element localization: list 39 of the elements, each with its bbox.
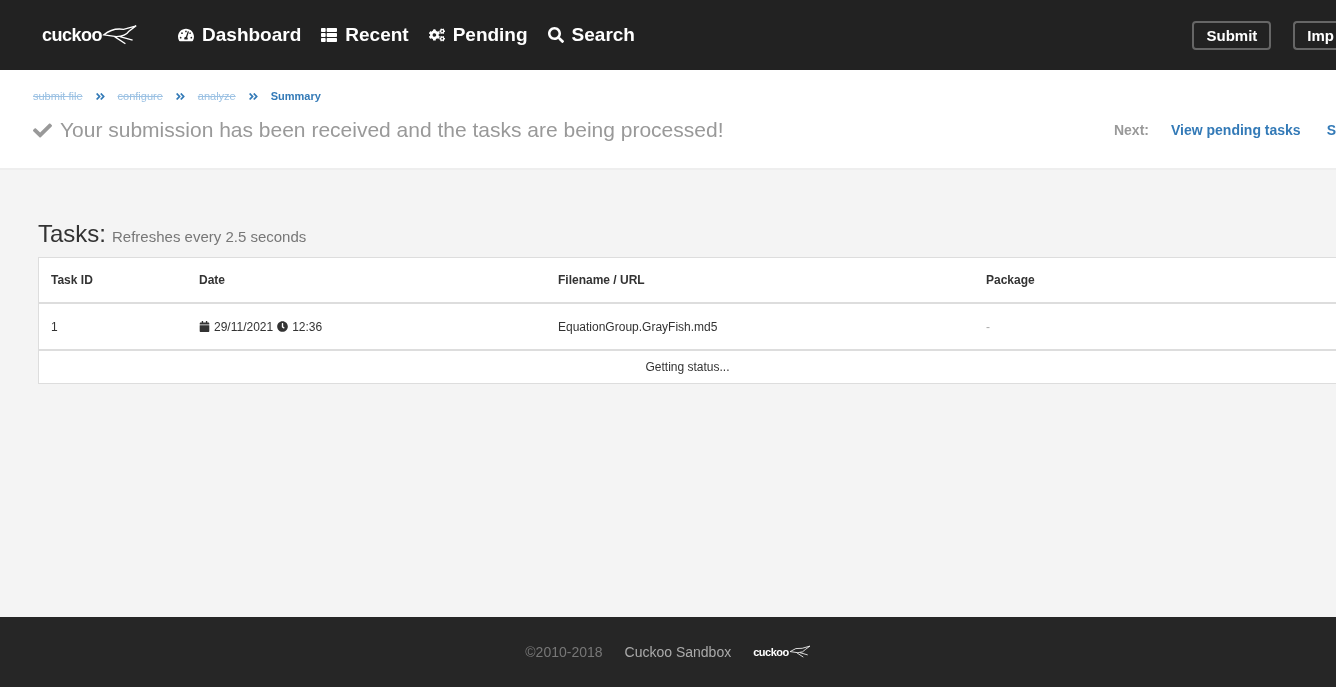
chevron-icon <box>174 90 186 102</box>
nav-button[interactable]: Submit <box>1192 20 1272 50</box>
table-cell-text: 1 <box>50 319 59 334</box>
chevron-icon <box>94 90 106 102</box>
bird-icon <box>788 645 811 659</box>
logo[interactable]: cuckoo <box>42 24 139 46</box>
dashboard-icon <box>178 27 195 43</box>
search-icon <box>547 27 564 43</box>
next-link[interactable]: S <box>1326 122 1336 138</box>
next-link[interactable]: View pending tasks <box>1171 122 1301 138</box>
column-header: Filename / URL <box>557 273 646 287</box>
pending-icon <box>428 27 445 43</box>
breadcrumb-link[interactable]: Summary <box>270 90 321 102</box>
check-icon <box>33 120 52 140</box>
status-text: Getting status... <box>644 359 731 376</box>
column-header: Task ID <box>50 273 94 287</box>
footer-name: Cuckoo Sandbox <box>624 644 732 660</box>
recent-icon <box>321 27 338 43</box>
table-cell-text: EquationGroup.GrayFish.md5 <box>557 319 719 334</box>
footer-logo: cuckoo <box>753 645 811 659</box>
success-message: Your submission has been received and the tasks are being processed! <box>60 118 724 142</box>
column-header: Package <box>985 273 1036 287</box>
chevron-icon <box>247 90 259 102</box>
calendar-icon <box>199 321 210 332</box>
nav-button[interactable]: Imp <box>1293 20 1336 50</box>
column-header: Date <box>198 273 226 287</box>
clock-icon <box>277 321 289 332</box>
time-text: 12:36 <box>292 319 323 334</box>
refresh-note: Refreshes every 2.5 seconds <box>112 228 307 245</box>
next-label: Next: <box>1113 122 1149 138</box>
date-text: 29/11/2021 <box>214 319 274 334</box>
copyright-text: ©2010-2018 <box>525 644 603 660</box>
table-cell-text: - <box>985 319 991 334</box>
bird-icon <box>102 24 139 46</box>
tasks-title: Tasks: <box>38 220 106 248</box>
nav-link[interactable]: Search <box>547 24 635 46</box>
nav-link[interactable]: Dashboard <box>178 24 302 46</box>
nav-link[interactable]: Recent <box>321 24 409 46</box>
nav-link[interactable]: Pending <box>428 24 528 46</box>
